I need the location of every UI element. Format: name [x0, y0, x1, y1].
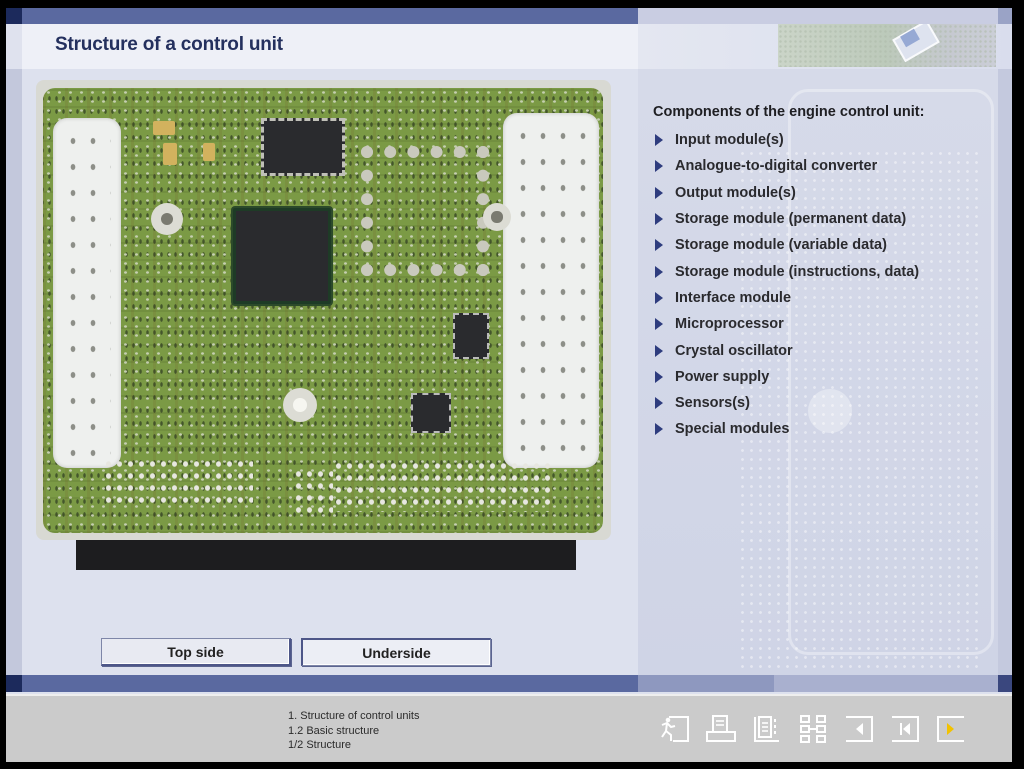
- print-icon: [706, 715, 736, 742]
- component-list-heading: Components of the engine control unit:: [653, 104, 925, 120]
- exit-icon: [661, 716, 689, 742]
- list-item: Sensors(s): [653, 390, 924, 416]
- chip-bga-footprint: [361, 146, 489, 276]
- connector-pad-right: [503, 113, 599, 468]
- mounting-hole: [483, 203, 511, 231]
- mounting-hole: [151, 203, 183, 235]
- first-page-button[interactable]: [889, 714, 921, 744]
- bullet-arrow-icon: [655, 265, 663, 278]
- bullet-arrow-icon: [655, 134, 663, 147]
- first-page-icon: [892, 716, 919, 742]
- capacitor: [163, 143, 177, 165]
- pin-row: [103, 458, 253, 506]
- header-thumbnail-image: [778, 24, 996, 67]
- bottom-accent-bar: [6, 675, 1012, 692]
- bullet-arrow-icon: [655, 370, 663, 383]
- bullet-arrow-icon: [655, 423, 663, 436]
- top-accent-bar: [6, 8, 1012, 24]
- list-item: Crystal oscillator: [653, 337, 924, 363]
- capacitor: [203, 143, 215, 161]
- back-icon: [846, 716, 873, 742]
- chip-small-2: [411, 393, 451, 433]
- chip-qfp: [261, 118, 345, 176]
- control-unit-board-image: [31, 80, 621, 570]
- mounting-hole: [283, 388, 317, 422]
- bullet-arrow-icon: [655, 239, 663, 252]
- breadcrumb: 1. Structure of control units 1.2 Basic …: [288, 709, 419, 753]
- list-item: Input module(s): [653, 127, 924, 153]
- breadcrumb-chapter: 1. Structure of control units: [288, 710, 420, 722]
- pin-row: [333, 460, 553, 512]
- underside-button[interactable]: Underside: [301, 638, 491, 666]
- connector-pad-left: [53, 118, 121, 468]
- breadcrumb-section: 1.2 Basic structure: [288, 724, 380, 737]
- list-item: Analogue-to-digital converter: [653, 153, 924, 179]
- list-item: Storage module (permanent data): [653, 206, 924, 232]
- chip-microprocessor: [233, 208, 331, 304]
- bullet-arrow-icon: [655, 291, 663, 304]
- bullet-arrow-icon: [655, 397, 663, 410]
- list-item: Special modules: [653, 416, 924, 442]
- left-margin-strip: [6, 69, 22, 675]
- navigation-toolbar: [659, 714, 967, 744]
- circuit-board: [43, 88, 603, 533]
- list-item: Interface module: [653, 285, 924, 311]
- component-list: Components of the engine control unit: I…: [653, 104, 924, 443]
- sitemap-icon: [800, 715, 826, 743]
- bullet-arrow-icon: [655, 213, 663, 226]
- back-button[interactable]: [843, 714, 875, 744]
- print-button[interactable]: [705, 714, 737, 744]
- bullet-arrow-icon: [655, 344, 663, 357]
- list-item: Output module(s): [653, 180, 924, 206]
- bullet-arrow-icon: [655, 318, 663, 331]
- exit-button[interactable]: [659, 714, 691, 744]
- right-margin-strip: [998, 69, 1012, 675]
- list-item: Storage module (instructions, data): [653, 258, 924, 284]
- breadcrumb-page: 1/2 Structure: [288, 739, 351, 751]
- next-button[interactable]: [935, 714, 967, 744]
- bullet-arrow-icon: [655, 186, 663, 199]
- top-side-button[interactable]: Top side: [101, 638, 291, 666]
- page-title: Structure of a control unit: [55, 34, 283, 55]
- footer: 1. Structure of control units 1.2 Basic …: [6, 694, 1012, 762]
- list-item: Storage module (variable data): [653, 232, 924, 258]
- list-item: Microprocessor: [653, 311, 924, 337]
- list-item: Power supply: [653, 364, 924, 390]
- sitemap-button[interactable]: [797, 714, 829, 744]
- bullet-arrow-icon: [655, 160, 663, 173]
- next-icon: [937, 716, 964, 742]
- glossary-icon: [754, 716, 779, 742]
- chip-small-1: [453, 313, 489, 359]
- glossary-button[interactable]: [751, 714, 783, 744]
- slide-window: Structure of a control unit Top side Und…: [6, 8, 1012, 762]
- capacitor: [153, 121, 175, 135]
- pin-row: [293, 468, 333, 516]
